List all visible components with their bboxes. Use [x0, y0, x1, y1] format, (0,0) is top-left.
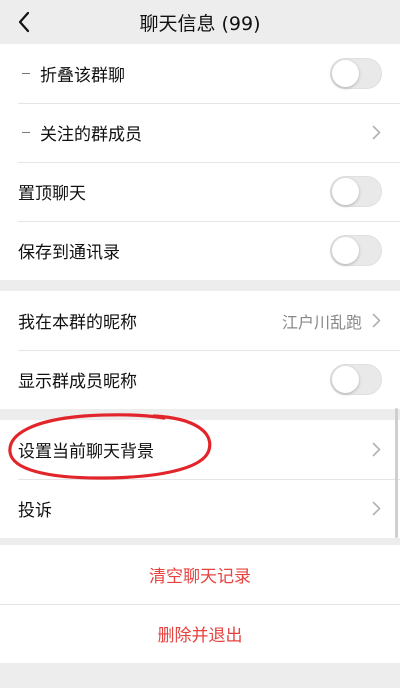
fold-group-row: 折叠该群聊	[0, 44, 400, 103]
dash-icon	[22, 73, 30, 74]
delete-and-exit-button[interactable]: 删除并退出	[0, 604, 400, 663]
toggle-knob	[332, 178, 359, 205]
background-complain-group: 设置当前聊天背景 投诉	[0, 420, 400, 538]
followed-members-row[interactable]: 关注的群成员	[0, 103, 400, 162]
save-to-contacts-row: 保存到通讯录	[0, 221, 400, 280]
chevron-right-icon	[372, 501, 382, 517]
clear-history-button[interactable]: 清空聊天记录	[0, 545, 400, 604]
section-divider	[0, 409, 400, 420]
fold-group-label: 折叠该群聊	[40, 66, 125, 86]
delete-and-exit-label: 删除并退出	[157, 626, 243, 646]
show-member-nicknames-toggle[interactable]	[330, 364, 382, 395]
save-to-contacts-toggle[interactable]	[330, 235, 382, 266]
danger-actions-group: 清空聊天记录 删除并退出	[0, 545, 400, 663]
chat-settings-group: 折叠该群聊 关注的群成员 置顶聊天 保存到通讯录	[0, 44, 400, 280]
show-member-nicknames-row: 显示群成员昵称	[0, 350, 400, 409]
dash-icon	[22, 132, 30, 133]
toggle-knob	[332, 366, 359, 393]
my-nickname-value: 江户川乱跑	[281, 312, 362, 332]
fold-group-toggle[interactable]	[330, 58, 382, 89]
my-nickname-label: 我在本群的昵称	[18, 313, 137, 333]
back-arrow-icon[interactable]	[12, 8, 36, 36]
toggle-knob	[332, 237, 359, 264]
section-divider	[0, 538, 400, 545]
navbar: 聊天信息 (99)	[0, 0, 400, 44]
set-chat-background-row[interactable]: 设置当前聊天背景	[0, 420, 400, 479]
set-chat-background-label: 设置当前聊天背景	[18, 442, 154, 462]
pin-chat-toggle[interactable]	[330, 176, 382, 207]
my-nickname-row[interactable]: 我在本群的昵称 江户川乱跑	[0, 291, 400, 350]
pin-chat-label: 置顶聊天	[18, 184, 86, 204]
page-title: 聊天信息 (99)	[139, 12, 261, 35]
toggle-knob	[332, 60, 359, 87]
chevron-right-icon	[372, 442, 382, 458]
save-to-contacts-label: 保存到通讯录	[18, 243, 120, 263]
show-member-nicknames-label: 显示群成员昵称	[18, 372, 137, 392]
followed-members-label: 关注的群成员	[40, 125, 142, 145]
pin-chat-row: 置顶聊天	[0, 162, 400, 221]
complain-row[interactable]: 投诉	[0, 479, 400, 538]
clear-history-label: 清空聊天记录	[149, 567, 251, 587]
chevron-right-icon	[372, 313, 382, 329]
chevron-right-icon	[372, 125, 382, 141]
scrollbar[interactable]	[395, 408, 398, 538]
complain-label: 投诉	[18, 501, 52, 521]
section-divider	[0, 280, 400, 291]
nickname-group: 我在本群的昵称 江户川乱跑 显示群成员昵称	[0, 291, 400, 409]
